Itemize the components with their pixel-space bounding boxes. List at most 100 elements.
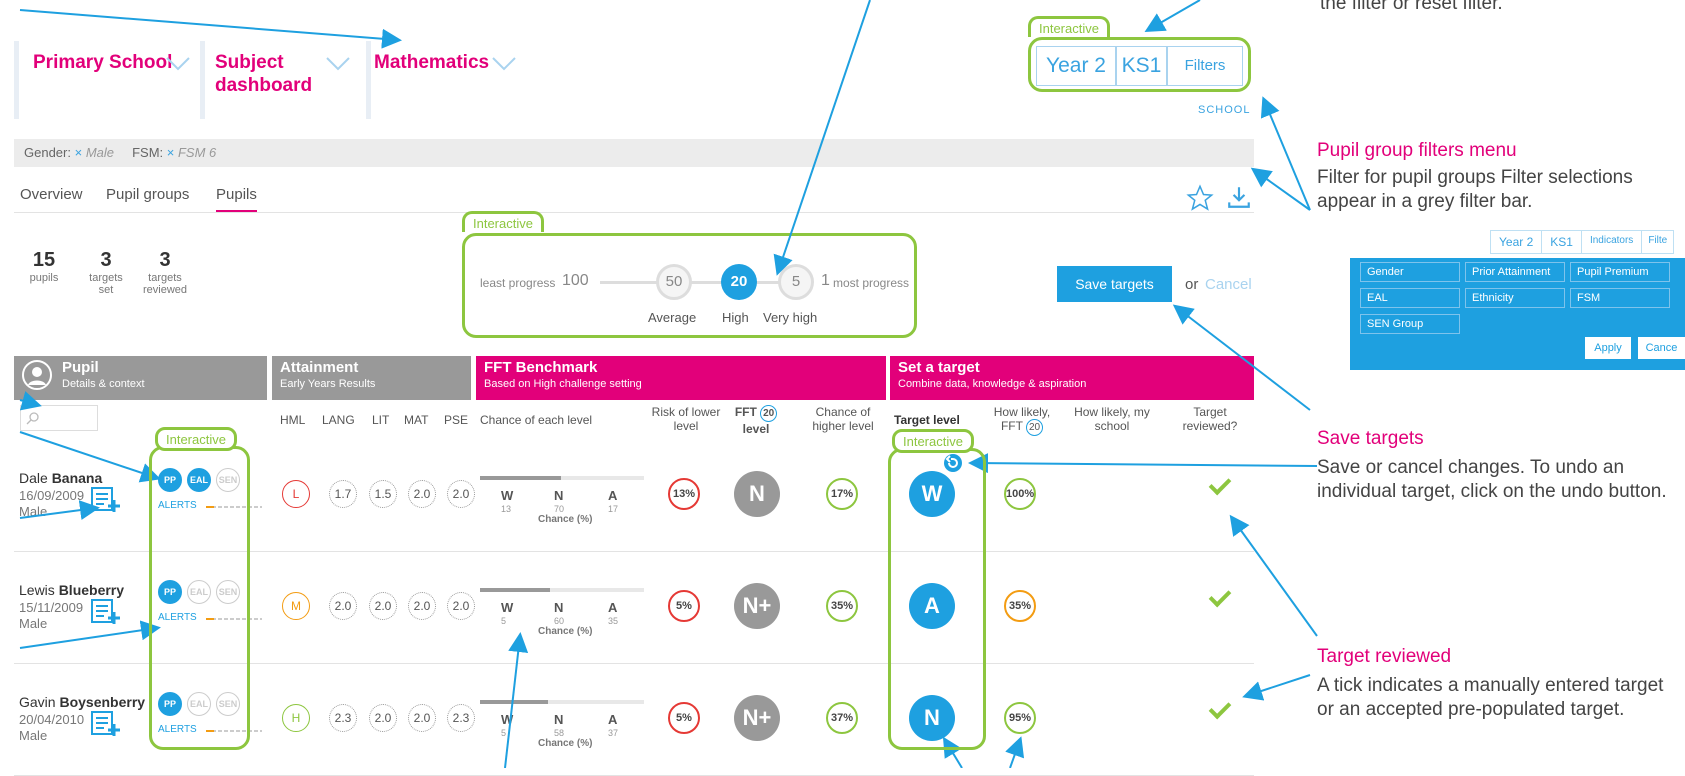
tab-overview[interactable]: Overview [20,186,83,203]
fft-level-col-num: 20 [760,405,778,422]
filters-segment[interactable]: Filters [1167,46,1243,86]
mini-dropdown: Ethnicity [1465,288,1565,308]
attainment-header-title: Attainment [280,359,359,376]
chance-level-value: 37 [608,728,619,738]
pupil-search-input[interactable] [20,405,98,431]
chance-bar-fill [480,700,548,704]
fft-level-col: FFT 20 level [734,405,778,436]
chance-level-value: 35 [608,616,619,626]
chance-level-label: A [608,488,618,503]
chance-level-value: 58 [554,728,565,738]
risk-col: Risk of lower level [651,405,721,433]
cancel-link[interactable]: Cancel [1205,276,1252,293]
gender-filter-label: Gender: [24,145,71,160]
chance-level-value: 17 [608,504,619,514]
progress-step-very-high[interactable]: 5 [778,264,814,300]
note-top-right: the filter or reset filter. [1320,0,1503,14]
year-segment[interactable]: Year 2 [1036,46,1116,86]
undo-icon[interactable] [944,454,962,472]
note-filters-heading: Pupil group filters menu [1317,140,1517,161]
last-name: Blueberry [58,582,125,598]
fsm-filter-value: FSM 6 [177,145,217,160]
pupil-header: Pupil Details & context [14,356,267,400]
chance-level-label: N [554,712,564,727]
chance-level-value: 13 [501,504,512,514]
attainment-score: 2.0 [369,704,397,732]
target-header-title: Set a target [898,359,980,376]
header-card-school[interactable]: Primary School [14,41,194,119]
high-label: High [722,310,749,325]
most-progress-num: 1 [821,272,830,289]
chevron-down-icon[interactable] [325,55,351,81]
ks-segment[interactable]: KS1 [1116,46,1167,86]
remove-fsm-icon[interactable]: × [167,145,175,160]
chance-level-label: W [501,488,514,503]
header-card-dashboard[interactable]: Subject dashboard [200,41,360,119]
save-targets-button[interactable]: Save targets [1057,266,1172,302]
chance-axis-label: Chance (%) [538,738,593,749]
risk-badge: 5% [668,702,700,734]
chance-level-label: N [554,488,564,503]
target-level-badge[interactable]: N [909,695,955,741]
tab-underline [14,212,1254,213]
fft-level-col-b: level [742,422,770,436]
attainment-score: 2.3 [329,704,357,732]
higher-badge: 17% [826,478,858,510]
progress-step-high[interactable]: 20 [721,264,757,300]
chance-axis-label: Chance (%) [538,626,593,637]
chance-level-label: A [608,600,618,615]
pupil-name[interactable]: Lewis Blueberry [19,582,124,598]
mini-apply: Apply [1585,337,1631,359]
hml-badge: M [282,592,310,620]
chance-level-label: A [608,712,618,727]
attainment-score: 2.0 [369,592,397,620]
chance-axis-label: Chance (%) [538,514,593,525]
attainment-score: 1.5 [369,480,397,508]
chance-level-label: W [501,600,514,615]
download-icon[interactable] [1226,184,1252,215]
risk-badge: 5% [668,590,700,622]
pills-interactive-label: Interactive [155,427,237,451]
mini-dropdown: Prior Attainment [1465,262,1565,282]
notes-add-icon[interactable] [90,710,120,743]
pupil-name[interactable]: Gavin Boysenberry [19,694,145,710]
chance-level-label: W [501,712,514,727]
target-level-badge[interactable]: A [909,583,955,629]
chevron-down-icon[interactable] [165,55,191,81]
notes-add-icon[interactable] [90,598,120,631]
notes-add-icon[interactable] [90,486,120,519]
note-filters-text: Filter for pupil groups Filter selection… [1317,167,1633,212]
star-icon[interactable] [1186,184,1214,217]
fft-header-title: FFT Benchmark [484,359,598,376]
chevron-down-icon[interactable] [491,55,517,81]
first-name: Lewis [19,582,55,598]
note-reviewed-heading: Target reviewed [1317,646,1452,667]
chance-level-value: 5 [501,728,507,738]
tab-pupils[interactable]: Pupils [216,186,257,212]
pupil-gender: Male [19,728,48,743]
progress-track [600,281,800,284]
target-level-badge[interactable]: W [909,471,955,517]
reviewed-check-icon [1208,472,1232,496]
header-card-subject[interactable]: Mathematics [366,41,516,119]
note-save-text: Save or cancel changes. To undo an indiv… [1317,457,1667,502]
pupil-name[interactable]: Dale Banana [19,470,102,486]
last-name: Banana [51,470,103,486]
how-likely-b: FFT [1000,419,1023,433]
mini-tab: Filte [1648,235,1668,246]
how-likely-fft-col: How likely, FFT 20 [987,405,1057,436]
progress-step-average[interactable]: 50 [656,264,692,300]
higher-badge: 35% [826,590,858,622]
remove-gender-icon[interactable]: × [75,145,83,160]
attainment-score: 2.0 [408,704,436,732]
risk-badge: 13% [668,478,700,510]
tab-pupil-groups[interactable]: Pupil groups [106,186,189,203]
fft-header: FFT Benchmark Based on High challenge se… [476,356,886,400]
pupil-header-title: Pupil [62,359,99,376]
fft-level-badge: N+ [734,583,780,629]
attainment-score: 2.0 [447,592,475,620]
school-link[interactable]: SCHOOL [1198,104,1250,116]
lit-col: LIT [372,413,390,427]
reviewed-col: Target reviewed? [1182,405,1238,433]
higher-badge: 37% [826,702,858,734]
